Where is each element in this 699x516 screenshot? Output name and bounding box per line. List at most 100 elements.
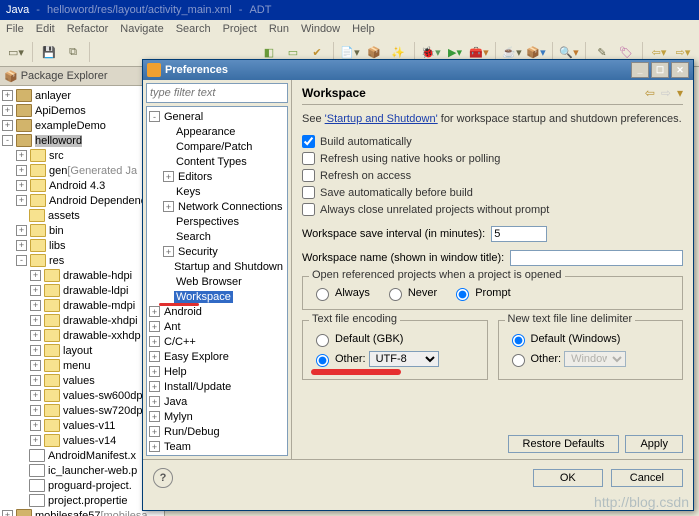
pref-node[interactable]: Keys [149,184,285,199]
saveall-icon[interactable]: ⧉ [63,42,83,62]
pref-node[interactable]: Web Browser [149,274,285,289]
open-prompt-radio[interactable] [456,288,469,301]
save-before-checkbox[interactable] [302,186,315,199]
tree-node[interactable]: +anlayer [2,88,162,103]
tree-node[interactable]: +libs [2,238,162,253]
tree-node[interactable]: +drawable-ldpi [2,283,162,298]
tree-node[interactable]: ic_launcher-web.p [2,463,162,478]
pref-node[interactable]: +Editors [149,169,285,184]
enc-other-select[interactable]: UTF-8 [369,351,439,367]
tree-node[interactable]: +drawable-mdpi [2,298,162,313]
tree-node[interactable]: +drawable-xxhdp [2,328,162,343]
save-icon[interactable]: 💾 [39,42,59,62]
pref-node[interactable]: Search [149,229,285,244]
pref-node[interactable]: Content Types [149,154,285,169]
tree-node[interactable]: -res [2,253,162,268]
tree-node[interactable]: +bin [2,223,162,238]
pref-node[interactable]: +Easy Explore [149,349,285,364]
menu-help[interactable]: Help [352,23,375,35]
help-icon[interactable]: ? [153,468,173,488]
tree-node[interactable]: +Android 4.3 [2,178,162,193]
pref-node[interactable]: +Java [149,394,285,409]
pref-node[interactable]: Perspectives [149,214,285,229]
tree-node[interactable]: +values-sw720dp [2,403,162,418]
menu-window[interactable]: Window [301,23,340,35]
tree-node[interactable]: +exampleDemo [2,118,162,133]
tree-node[interactable]: +values-v14 [2,433,162,448]
pref-node[interactable]: Appearance [149,124,285,139]
workspace-name-input[interactable] [510,250,683,266]
pref-node[interactable]: Validation [149,454,285,456]
menu-run[interactable]: Run [269,23,289,35]
tree-node[interactable]: proguard-project. [2,478,162,493]
dialog-title: Preferences [165,64,228,76]
refresh-native-checkbox[interactable] [302,152,315,165]
workspace-name-label: Workspace name (shown in window title): [302,252,504,264]
tree-node[interactable]: project.propertie [2,493,162,508]
restore-defaults-button[interactable]: Restore Defaults [508,435,620,453]
apply-button[interactable]: Apply [625,435,683,453]
pref-node[interactable]: +Security [149,244,285,259]
menu-project[interactable]: Project [223,23,257,35]
tree-node[interactable]: +drawable-xhdpi [2,313,162,328]
menu-search[interactable]: Search [176,23,211,35]
pref-node[interactable]: Startup and Shutdown [149,259,285,274]
tree-node[interactable]: +Android Dependenc [2,193,162,208]
startup-link[interactable]: 'Startup and Shutdown' [325,113,438,125]
delim-default-radio[interactable] [512,334,525,347]
tree-node[interactable]: assets [2,208,162,223]
open-never-radio[interactable] [389,288,402,301]
package-explorer-tree[interactable]: +anlayer+ApiDemos+exampleDemo-helloword+… [0,86,164,516]
build-auto-checkbox[interactable] [302,135,315,148]
tree-node[interactable]: +drawable-hdpi [2,268,162,283]
tree-node[interactable]: +values [2,373,162,388]
ok-button[interactable]: OK [533,469,603,487]
package-explorer-title: Package Explorer [21,70,108,82]
tree-node[interactable]: +ApiDemos [2,103,162,118]
menu-refactor[interactable]: Refactor [67,23,109,35]
tree-node[interactable]: +src [2,148,162,163]
menu-edit[interactable]: Edit [36,23,55,35]
cancel-button[interactable]: Cancel [611,469,683,487]
enc-default-radio[interactable] [316,334,329,347]
tree-node[interactable]: +values-v11 [2,418,162,433]
maximize-button[interactable]: ☐ [651,62,669,78]
pref-node[interactable]: -General [149,109,285,124]
menu-file[interactable]: File [6,23,24,35]
tree-node[interactable]: +menu [2,358,162,373]
close-button[interactable]: ✕ [671,62,689,78]
pref-node[interactable]: +Network Connections [149,199,285,214]
pref-node[interactable]: +Team [149,439,285,454]
pref-node[interactable]: +Run/Debug [149,424,285,439]
new-icon[interactable]: ▭▾ [6,42,26,62]
pref-node[interactable]: +Mylyn [149,409,285,424]
pref-node[interactable]: +C/C++ [149,334,285,349]
menu-arrow-icon[interactable]: ▾ [677,86,683,100]
pref-node[interactable]: +Android [149,304,285,319]
close-unrelated-checkbox[interactable] [302,203,315,216]
open-always-radio[interactable] [316,288,329,301]
delim-other-select[interactable]: Windows [564,351,626,367]
back-arrow-icon[interactable]: ⇦ [645,86,655,100]
menu-navigate[interactable]: Navigate [120,23,163,35]
save-interval-input[interactable] [491,226,547,242]
refresh-access-checkbox[interactable] [302,169,315,182]
pref-node[interactable]: Workspace [149,289,285,304]
tree-node[interactable]: +values-sw600dp [2,388,162,403]
pref-node[interactable]: +Ant [149,319,285,334]
tree-node[interactable]: +gen [Generated Ja [2,163,162,178]
delim-other-radio[interactable] [512,354,525,367]
minimize-button[interactable]: _ [631,62,649,78]
tree-node[interactable]: AndroidManifest.x [2,448,162,463]
pref-node[interactable]: +Help [149,364,285,379]
tree-node[interactable]: +layout [2,343,162,358]
enc-other-radio[interactable] [316,354,329,367]
preferences-tree[interactable]: -GeneralAppearanceCompare/PatchContent T… [146,106,288,456]
forward-arrow-icon[interactable]: ⇨ [661,86,671,100]
pref-icon [147,63,161,77]
pref-node[interactable]: Compare/Patch [149,139,285,154]
tree-node[interactable]: +mobilesafe57 [mobilesa [2,508,162,516]
pref-node[interactable]: +Install/Update [149,379,285,394]
filter-input[interactable] [146,83,288,103]
tree-node[interactable]: -helloword [2,133,162,148]
